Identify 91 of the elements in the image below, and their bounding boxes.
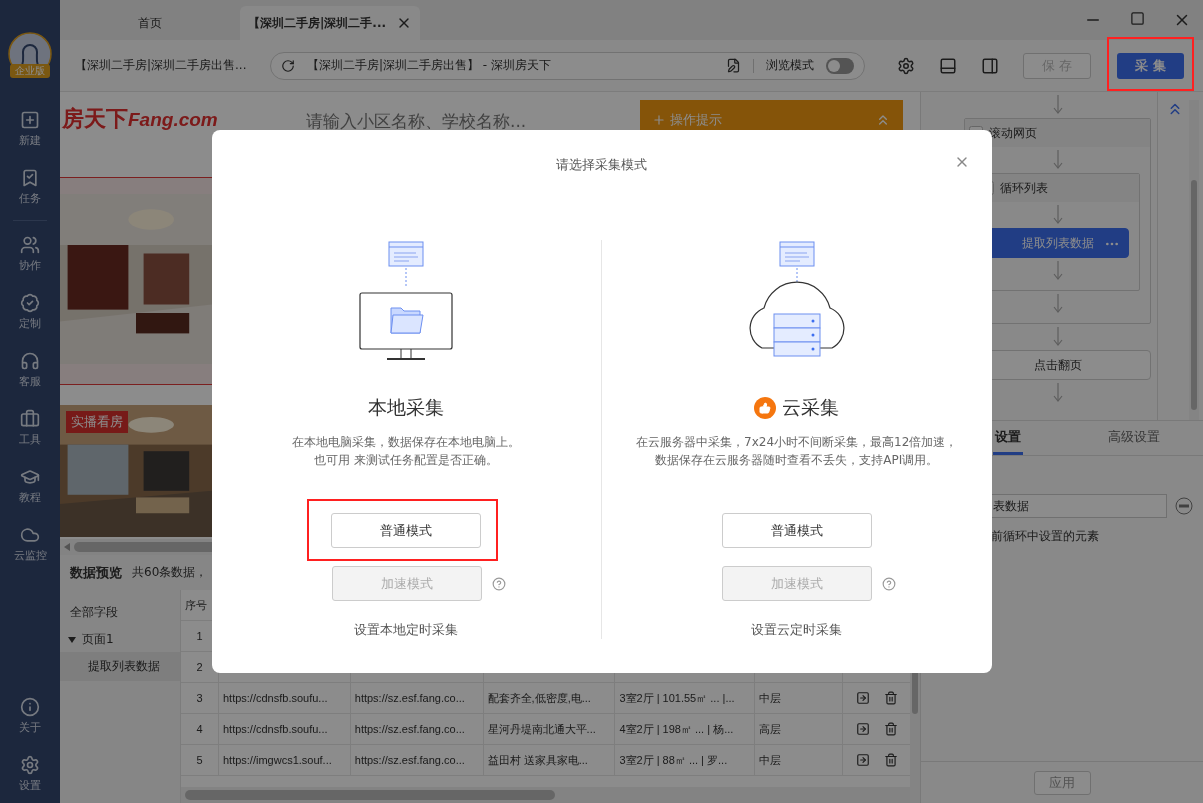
api-icon[interactable]	[1175, 497, 1193, 515]
sidebar-item[interactable]: 定制	[0, 283, 60, 341]
sidebar-item[interactable]: 设置	[0, 745, 60, 803]
help-icon[interactable]	[882, 576, 897, 591]
side-panel-icon[interactable]	[981, 56, 999, 75]
table-cell: https://cdnsfb.soufu...	[218, 683, 351, 713]
arrow-icon	[1052, 95, 1063, 115]
browser-tab[interactable]: 首页	[60, 6, 240, 40]
document-edit-icon[interactable]	[726, 58, 741, 73]
step-label: 循环列表	[1000, 179, 1048, 197]
address-field[interactable]: 【深圳二手房|深圳二手房出售】 - 深圳房天下 浏览模式	[270, 51, 865, 80]
table-cell: https://sz.esf.fang.co...	[350, 714, 484, 744]
sidebar-item[interactable]: 关于	[0, 687, 60, 745]
table-cell: 3室2厅 | 101.55㎡ ... |...	[615, 683, 756, 713]
delete-icon[interactable]	[883, 753, 898, 767]
sidebar-item[interactable]: 任务	[0, 158, 60, 216]
headset-icon	[20, 351, 40, 371]
delete-icon[interactable]	[883, 691, 898, 705]
sidebar-item[interactable]: 工具	[0, 399, 60, 457]
arrow-icon	[1052, 150, 1063, 170]
caret-icon[interactable]	[68, 636, 76, 643]
settings-icon[interactable]	[897, 56, 915, 75]
browser-tab[interactable]: 【深圳二手房|深圳二手...	[240, 6, 420, 40]
collect-button[interactable]: 采 集	[1117, 52, 1184, 79]
scrollbar[interactable]	[181, 787, 910, 803]
settings-tab[interactable]: 高级设置	[1105, 421, 1162, 455]
scrollbar[interactable]	[1189, 100, 1199, 420]
table-cell: 配套齐全,低密度,电...	[483, 683, 616, 713]
table-cell: 3室2厅 | 88㎡ ... | 罗...	[615, 745, 756, 775]
live-tag: 实播看房	[66, 411, 128, 433]
help-icon[interactable]	[491, 576, 506, 591]
hint-text: 前循环中设置的元素	[990, 528, 1100, 545]
arrow-icon	[1052, 327, 1063, 347]
cloud-icon	[20, 525, 40, 545]
table-cell: 星河丹堤南北通大平...	[483, 714, 616, 744]
table-cell: 高层	[755, 714, 844, 744]
settings-icon	[20, 755, 40, 775]
bottom-panel-icon[interactable]	[939, 56, 957, 75]
preview-title: 数据预览	[70, 563, 122, 582]
table-cell: https://sz.esf.fang.co...	[350, 745, 484, 775]
arrow-icon	[1052, 261, 1063, 281]
briefcase-icon	[20, 409, 40, 429]
delete-icon[interactable]	[883, 722, 898, 736]
tree-item[interactable]: 全部字段	[60, 598, 180, 627]
table-cell: 4	[181, 714, 219, 744]
sidebar-item[interactable]: 客服	[0, 341, 60, 399]
reload-icon[interactable]	[281, 58, 295, 73]
table-cell: 中层	[755, 745, 844, 775]
arrow-icon	[1052, 383, 1063, 403]
bookmark-icon	[20, 168, 40, 188]
table-cell: https://imgwcs1.souf...	[218, 745, 351, 775]
browse-mode-toggle[interactable]	[826, 57, 854, 74]
export-icon[interactable]	[855, 722, 870, 736]
sidebar-item[interactable]: 新建	[0, 100, 60, 158]
sidebar-item[interactable]: 云监控	[0, 515, 60, 573]
schedule-link[interactable]: 设置云定时采集	[751, 621, 843, 639]
export-icon[interactable]	[855, 753, 870, 767]
row-count: 共60条数据，	[132, 564, 208, 581]
tree-item[interactable]: 页面1	[60, 627, 180, 652]
table-cell: 中层	[755, 683, 844, 713]
site-logo: 房天下Fang.com	[61, 105, 219, 133]
maximize-icon[interactable]	[1130, 11, 1145, 26]
table-cell: 3	[181, 683, 219, 713]
normal-mode-button[interactable]: 普通模式	[331, 513, 482, 548]
edition-badge: 企业版	[10, 64, 50, 78]
info-icon	[20, 697, 40, 717]
arrow-icon	[1052, 294, 1063, 314]
schedule-link[interactable]: 设置本地定时采集	[354, 621, 459, 639]
export-icon[interactable]	[855, 691, 870, 705]
table-cell: 益田村 送家具家电...	[483, 745, 616, 775]
table-cell: 5	[181, 745, 219, 775]
option-title: 本地采集	[368, 395, 445, 420]
tree-item[interactable]: 提取列表数据	[60, 652, 180, 681]
table-cell: https://sz.esf.fang.co...	[350, 683, 484, 713]
table-cell: https://cdnsfb.soufu...	[218, 714, 351, 744]
plus-icon	[20, 110, 40, 130]
graduation-cap-icon	[20, 467, 40, 487]
option-description: 在本地电脑采集，数据保存在本地电脑上。 也可用 来测试任务配置是否正确。	[292, 434, 521, 469]
badge-icon	[20, 293, 40, 313]
plus-icon	[652, 113, 666, 127]
normal-mode-button[interactable]: 普通模式	[721, 513, 872, 548]
dialog-title: 请选择采集模式	[556, 156, 647, 174]
table-cell: 4室2厅 | 198㎡ ... | 杨...	[615, 714, 756, 744]
people-icon	[20, 235, 40, 255]
mode-label: 浏览模式	[766, 57, 814, 74]
sidebar-item[interactable]: 协作	[0, 225, 60, 283]
page-title: 【深圳二手房|深圳二手房出售...	[75, 57, 248, 74]
sidebar-item[interactable]: 教程	[0, 457, 60, 515]
option-description: 在云服务器中采集，7x24小时不间断采集，最高12倍加速， 数据保存在云服务器随时查看不丢失，支持API调用。	[636, 434, 958, 469]
option-title: 云采集	[782, 395, 840, 420]
arrow-icon	[1052, 205, 1063, 225]
